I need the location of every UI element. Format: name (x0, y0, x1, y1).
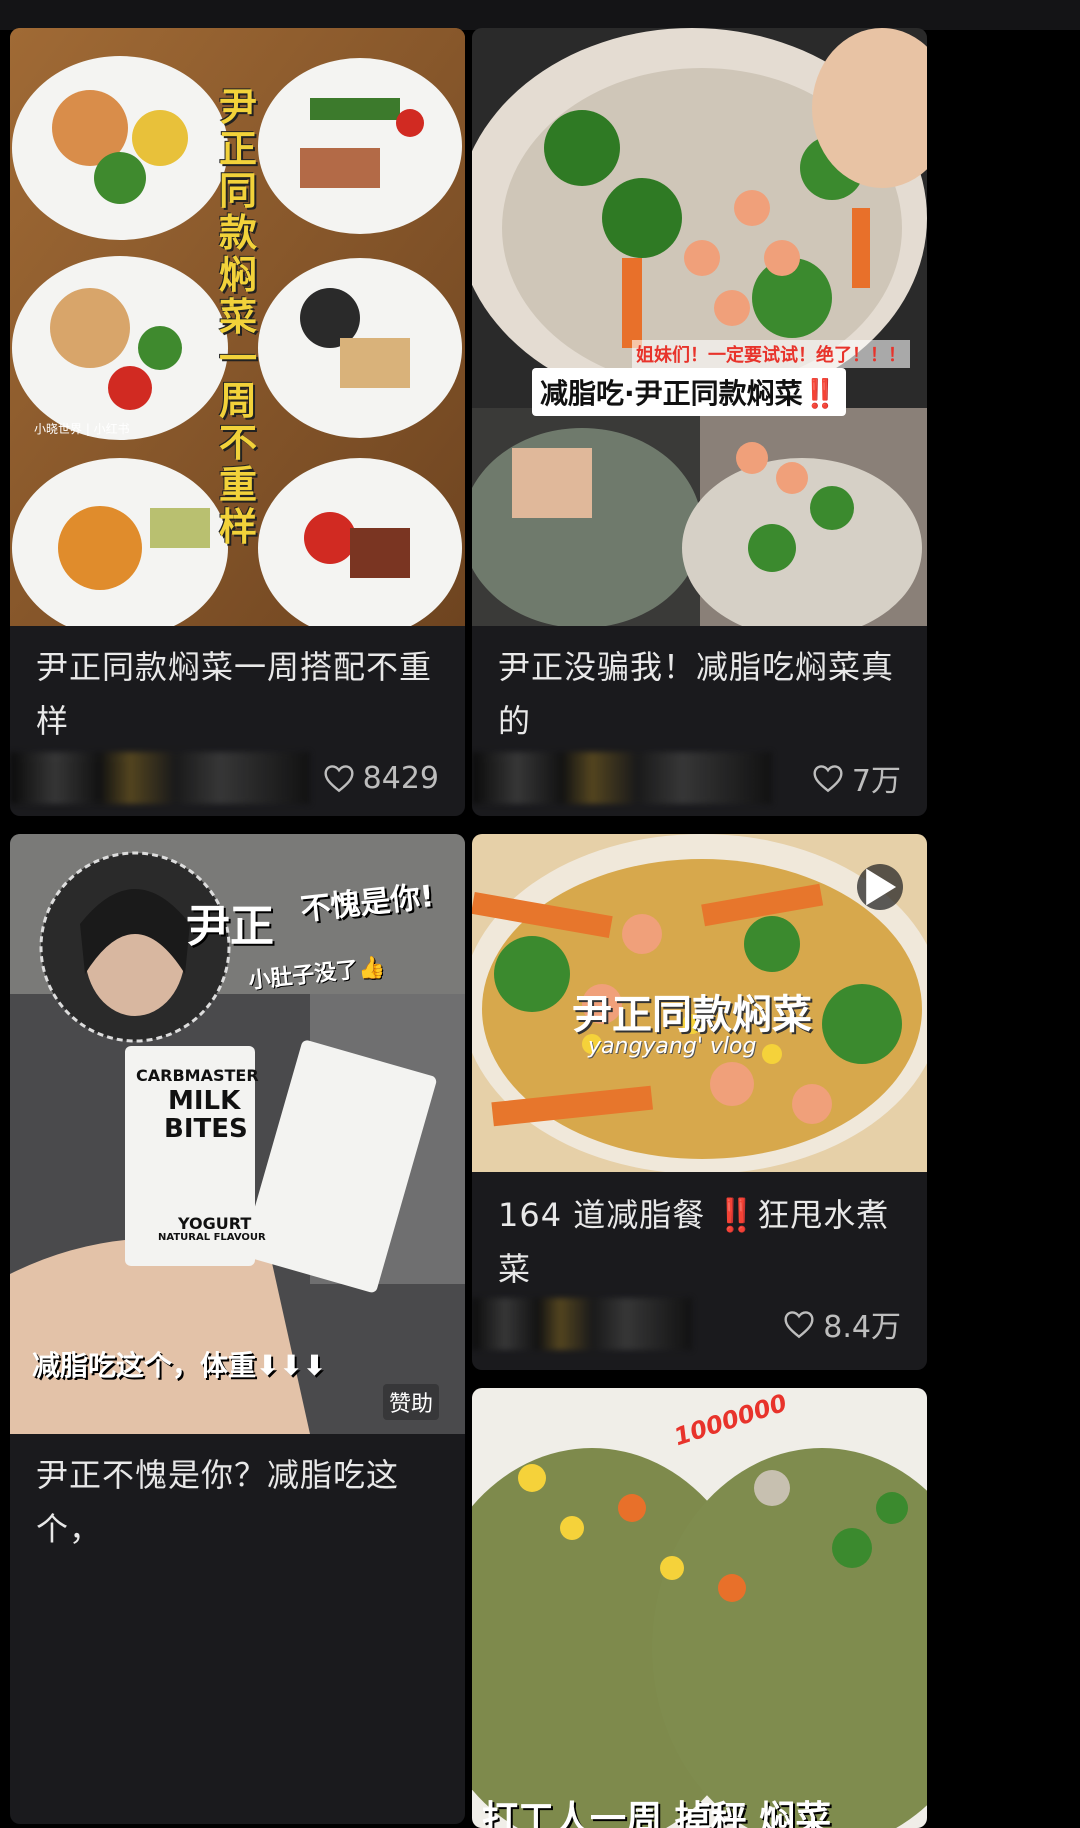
script-text: yangyang' vlog (588, 1034, 757, 1059)
vertical-title: 尹正同款焖菜一周不重样 (218, 85, 257, 549)
author-info-blurred[interactable] (10, 752, 310, 804)
author-info-blurred[interactable] (472, 752, 772, 804)
card-image: 1000000 打工人一周 掉秤 焖菜 (472, 1388, 927, 1828)
bottom-caption-partial: 打工人一周 掉秤 焖菜 (482, 1799, 832, 1828)
packet-name-1: MILK (168, 1086, 241, 1116)
image-subtitle: 姐妹们！一定要试试！绝了！！！ (632, 340, 910, 368)
feed-card-3[interactable]: 尹正 不愧是你! 小肚子没了👍 CARBMASTER MILK BITES YO… (10, 834, 465, 1824)
feed-card-4[interactable]: 尹正同款焖菜 yangyang' vlog 164 道减脂餐 ‼️狂甩水煮菜 几… (472, 834, 927, 1370)
name-label: 尹正 (186, 901, 274, 952)
bottom-caption: 减脂吃这个，体重⬇⬇⬇ (32, 1349, 327, 1382)
like-count: 8429 (362, 760, 439, 796)
like-button[interactable]: 7万 (812, 752, 901, 804)
packet-name-2: BITES (164, 1114, 248, 1144)
card-meta: 7万 (472, 752, 927, 804)
card-title: 尹正没骗我！减脂吃焖菜真的 绝绝子！前段时间 🔔 被尹... (498, 648, 895, 740)
heart-outline-icon (812, 763, 844, 793)
packet-flavor-sub: NATURAL FLAVOUR (158, 1232, 266, 1243)
image-banner: 减脂吃·尹正同款焖菜‼️ (532, 368, 846, 416)
card-image: 尹正同款焖菜 yangyang' vlog (472, 834, 927, 1172)
packet-flavor: YOGURT (178, 1214, 252, 1233)
card-title: 尹正不愧是你？减脂吃这个， 体重⬇️⬇️⬇️ 每天打开红... (36, 1456, 400, 1548)
watermark: 小晓世界 | 小红书 (34, 422, 130, 436)
heart-outline-icon (323, 763, 355, 793)
like-button[interactable]: 8.4万 (783, 1298, 901, 1350)
card-image: 尹正同款焖菜一周不重样 小晓世界 | 小红书 (10, 28, 465, 626)
top-bar (0, 0, 1080, 30)
card-image: 姐妹们！一定要试试！绝了！！！ 减脂吃·尹正同款焖菜‼️ (472, 28, 927, 626)
like-count: 7万 (851, 764, 901, 799)
center-title: 尹正同款焖菜 (572, 992, 812, 1038)
packet-brand: CARBMASTER (136, 1066, 259, 1085)
feed-card-5[interactable]: 1000000 打工人一周 掉秤 焖菜 (472, 1388, 927, 1828)
feed-card-2[interactable]: 姐妹们！一定要试试！绝了！！！ 减脂吃·尹正同款焖菜‼️ 尹正没骗我！减脂吃焖菜… (472, 28, 927, 816)
card-image: 尹正 不愧是你! 小肚子没了👍 CARBMASTER MILK BITES YO… (10, 834, 465, 1434)
like-button[interactable]: 8429 (323, 752, 439, 804)
play-icon[interactable] (857, 864, 903, 910)
heart-outline-icon (783, 1309, 815, 1339)
card-title: 尹正同款焖菜一周搭配不重样 ❗ 这样吃瘦瘦瘦 🙈丢掉味... (36, 648, 433, 740)
like-count: 8.4万 (823, 1310, 901, 1345)
author-info-blurred[interactable] (472, 1298, 692, 1350)
card-title: 164 道减脂餐 ‼️狂甩水煮菜 几条街！ 🌿最近跟着尹正... (498, 1196, 890, 1288)
feed-card-1[interactable]: 尹正同款焖菜一周不重样 小晓世界 | 小红书 尹正同款焖菜一周搭配不重样 ❗ 这… (10, 28, 465, 816)
sponsored-badge: 赞助 (382, 1384, 439, 1420)
card-meta: 8429 (10, 752, 465, 804)
card-meta: 8.4万 (472, 1298, 927, 1350)
